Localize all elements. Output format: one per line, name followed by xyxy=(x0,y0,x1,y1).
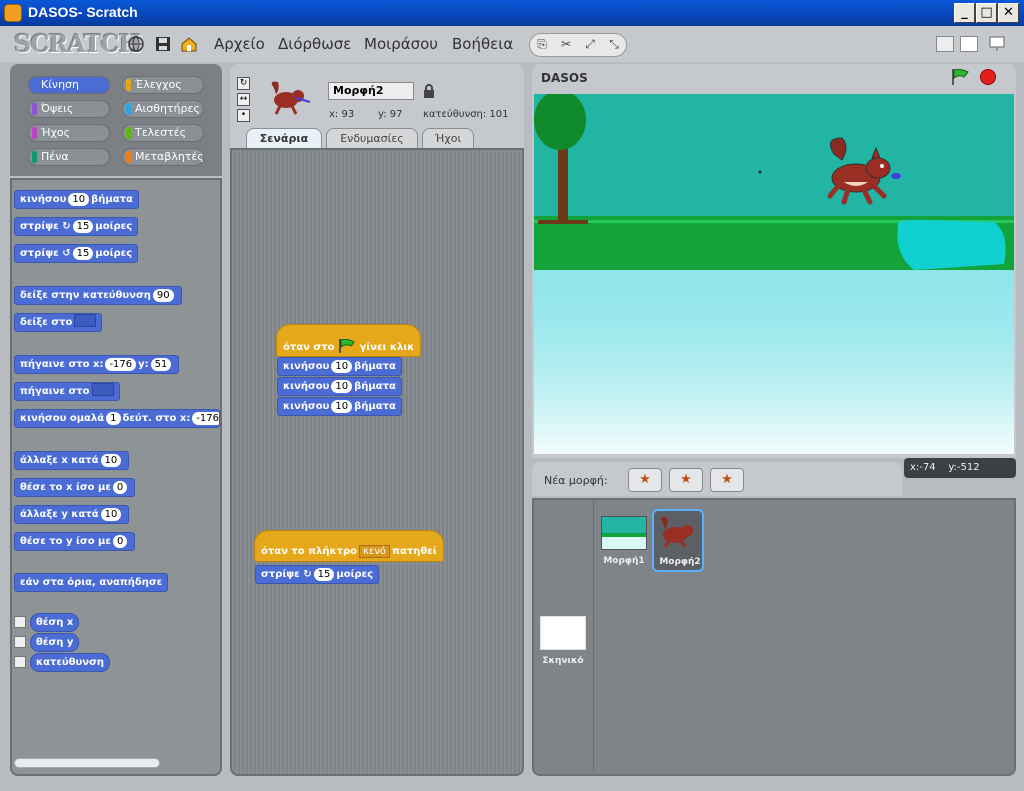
rotate-ccw-icon: ↺ xyxy=(62,248,71,259)
flip-style-icon[interactable]: ↔ xyxy=(237,93,250,106)
block-when-flag-clicked[interactable]: όταν στο γίνει κλικ xyxy=(276,324,422,357)
choose-sprite-file-button[interactable]: ★ xyxy=(669,468,703,492)
scratch-logo: SCRATCH xyxy=(14,29,141,58)
shrink-icon[interactable]: ⤡ xyxy=(606,37,622,53)
category-operators[interactable]: Τελεστές xyxy=(122,124,204,142)
rotate-cw-icon: ↻ xyxy=(303,569,312,580)
palette-scrollbar[interactable] xyxy=(14,758,160,768)
green-flag-icon xyxy=(339,338,355,353)
tab-costumes[interactable]: Ενδυμασίες xyxy=(326,128,418,148)
duplicate-icon[interactable]: ⎘ xyxy=(534,37,550,53)
menu-edit[interactable]: Διόρθωσε xyxy=(278,35,351,53)
menu-file[interactable]: Αρχείο xyxy=(214,35,265,53)
category-sound[interactable]: Ήχος xyxy=(28,124,110,142)
script-turn-clockwise[interactable]: στρίψε ↻ 15 μοίρες xyxy=(255,565,380,584)
sprite-tools: ⎘ ✂ ⤢ ⤡ xyxy=(529,33,627,57)
sprite-thumbnail-sprite2[interactable]: Μορφή2 xyxy=(652,509,704,572)
block-change-x[interactable]: άλλαξε x κατά 10 xyxy=(14,451,130,470)
block-point-in-direction[interactable]: δείξε στην κατεύθυνση 90 xyxy=(14,286,182,305)
key-dropdown: κενό xyxy=(359,545,391,558)
minimize-button[interactable]: _ xyxy=(954,3,975,23)
sprite-thumbnail-sprite1[interactable] xyxy=(601,516,647,550)
maximize-button[interactable]: □ xyxy=(976,3,997,23)
stage-thumbnail[interactable] xyxy=(540,616,586,650)
sprite-x: x: 93 xyxy=(329,109,355,120)
block-move-steps[interactable]: κινήσου 10 βήματα xyxy=(14,190,139,209)
green-flag-button[interactable] xyxy=(951,69,969,85)
sprite-thumbnail xyxy=(271,81,311,115)
category-control[interactable]: Έλεγχος xyxy=(122,76,204,94)
close-button[interactable]: ✕ xyxy=(998,3,1019,23)
checkbox-direction[interactable] xyxy=(14,656,26,668)
category-looks[interactable]: Όψεις xyxy=(28,100,110,118)
new-sprite-label: Νέα μορφή: xyxy=(544,474,608,487)
globe-icon[interactable] xyxy=(128,36,144,52)
share-icon[interactable] xyxy=(181,36,197,52)
category-motion[interactable]: Κίνηση xyxy=(28,76,110,94)
block-set-x[interactable]: θέσε το x ίσο με 0 xyxy=(14,478,136,497)
block-change-y[interactable]: άλλαξε y κατά 10 xyxy=(14,505,130,524)
block-set-y[interactable]: θέσε το y ίσο με 0 xyxy=(14,532,136,551)
sprite-direction: κατεύθυνση: 101 xyxy=(423,109,509,120)
sprite-name-input[interactable]: Μορφή2 xyxy=(328,82,414,100)
sprite1-label: Μορφή1 xyxy=(603,556,645,566)
sprite-y: y: 97 xyxy=(378,109,403,120)
scripts-area[interactable] xyxy=(230,148,524,776)
small-stage-view-icon[interactable] xyxy=(936,36,954,52)
menu-share[interactable]: Μοιράσου xyxy=(364,35,438,53)
save-icon[interactable] xyxy=(155,36,171,52)
paint-new-sprite-button[interactable]: ★ xyxy=(628,468,662,492)
category-pen[interactable]: Πένα xyxy=(28,148,110,166)
reporter-y-position[interactable]: θέση y xyxy=(30,633,80,652)
title-bar: DASOS- Scratch _ □ ✕ xyxy=(0,0,1024,26)
reporter-direction[interactable]: κατεύθυνση xyxy=(30,653,111,672)
tab-scripts[interactable]: Σενάρια xyxy=(246,128,322,148)
block-turn-clockwise[interactable]: στρίψε ↻ 15 μοίρες xyxy=(14,217,139,236)
rotate-cw-icon: ↻ xyxy=(62,221,71,232)
block-palette xyxy=(10,178,222,776)
menu-help[interactable]: Βοήθεια xyxy=(452,35,513,53)
category-sensing[interactable]: Αισθητήρες xyxy=(122,100,204,118)
grow-icon[interactable]: ⤢ xyxy=(582,37,598,53)
window-title: DASOS- Scratch xyxy=(28,4,138,20)
normal-stage-view-icon[interactable] xyxy=(960,36,978,52)
checkbox-x-position[interactable] xyxy=(14,616,26,628)
block-go-to-xy[interactable]: πήγαινε στο x: -176 y: 51 xyxy=(14,355,180,374)
block-point-towards[interactable]: δείξε στο xyxy=(14,313,103,332)
block-go-to[interactable]: πήγαινε στο xyxy=(14,382,120,401)
mouse-coordinates: x:-74 y:-512 xyxy=(904,458,1016,478)
lock-icon[interactable] xyxy=(423,84,435,98)
scratch-cat-icon xyxy=(4,4,22,22)
delete-icon[interactable]: ✂ xyxy=(558,37,574,53)
script-move-steps[interactable]: κινήσου 10 βήματα xyxy=(277,357,402,376)
stage-canvas[interactable] xyxy=(534,94,1014,454)
surprise-sprite-button[interactable]: ★ xyxy=(710,468,744,492)
sprite2-label: Μορφή2 xyxy=(659,557,701,567)
stop-button[interactable] xyxy=(980,69,996,85)
menu-bar: SCRATCH Αρχείο Διόρθωσε Μοιράσου Βοήθεια xyxy=(0,26,1024,62)
checkbox-y-position[interactable] xyxy=(14,636,26,648)
block-turn-counterclockwise[interactable]: στρίψε ↺ 15 μοίρες xyxy=(14,244,139,263)
script-move-steps[interactable]: κινήσου 10 βήματα xyxy=(277,397,402,416)
reporter-x-position[interactable]: θέση x xyxy=(30,613,80,632)
stage-thumbnail-label: Σκηνικό xyxy=(542,656,584,666)
block-when-key-pressed[interactable]: όταν το πλήκτρο κενό πατηθεί xyxy=(254,530,444,562)
tab-sounds[interactable]: Ήχοι xyxy=(422,128,474,148)
no-rotate-icon[interactable]: • xyxy=(237,109,250,122)
project-title: DASOS xyxy=(541,71,588,85)
script-move-steps[interactable]: κινήσου 10 βήματα xyxy=(277,377,402,396)
category-variables[interactable]: Μεταβλητές xyxy=(122,148,204,166)
rotate-style-icon[interactable]: ↻ xyxy=(237,77,250,90)
block-glide[interactable]: κινήσου ομαλά 1 δεύτ. στο x: -176 xyxy=(14,409,220,428)
block-bounce[interactable]: εάν στα όρια, αναπήδησε xyxy=(14,573,169,592)
presentation-mode-icon[interactable] xyxy=(988,36,1006,52)
